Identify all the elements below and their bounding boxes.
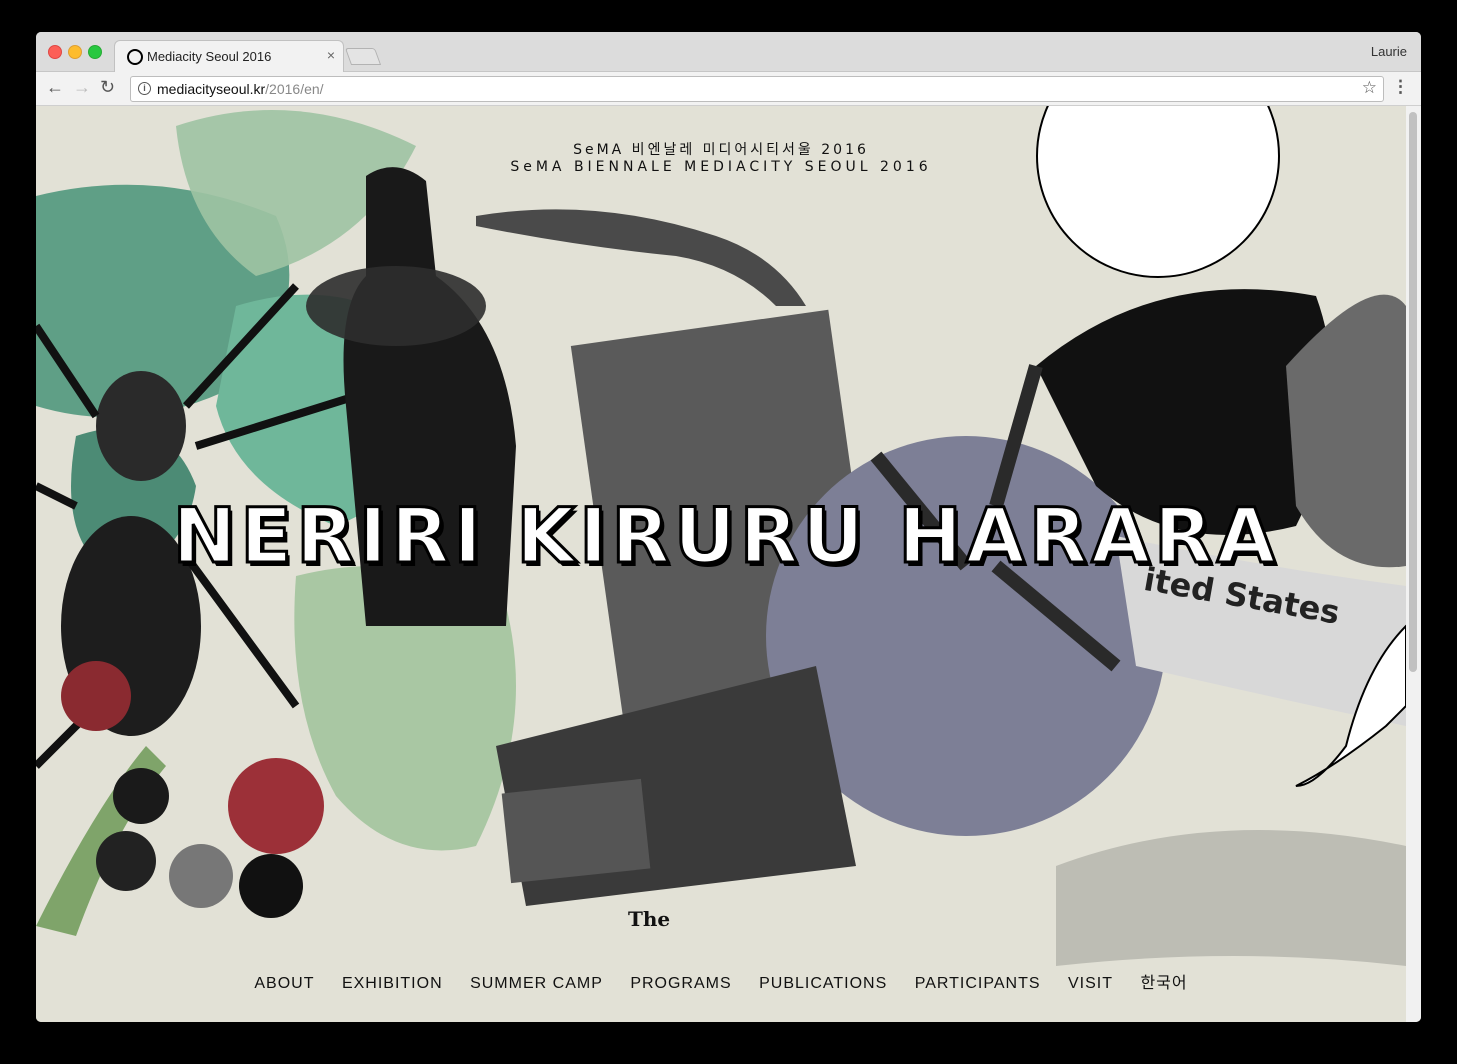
subtitle-korean: SeMA 비엔날레 미디어시티서울 2016: [573, 142, 869, 158]
sphere-shape: [96, 831, 156, 891]
landscape-shape: [1056, 830, 1406, 966]
tab-title: Mediacity Seoul 2016: [147, 49, 272, 64]
raspberry-shape: [228, 758, 324, 854]
nav-item-participants[interactable]: PARTICIPANTS: [915, 975, 1041, 993]
window-maximize-button[interactable]: [88, 45, 102, 59]
browser-toolbar: ← → ↻ i mediacityseoul.kr/2016/en/ ☆ ⋮: [36, 72, 1421, 106]
address-bar[interactable]: i mediacityseoul.kr/2016/en/ ☆: [130, 76, 1384, 102]
tab-close-icon[interactable]: ×: [327, 47, 335, 63]
nav-item-visit[interactable]: VISIT: [1068, 975, 1113, 993]
subtitle-english: SeMA BIENNALE MEDIACITY SEOUL 2016: [510, 159, 932, 175]
nav-item-programs[interactable]: PROGRAMS: [630, 975, 731, 993]
moon-circle: [1036, 106, 1280, 278]
web-page: ited States The SeMA 비엔날레 미디어시티서울 2016 S…: [36, 106, 1406, 1022]
favicon-icon: [127, 49, 143, 65]
sphere-shape: [239, 854, 303, 918]
nav-item-summer-camp[interactable]: SUMMER CAMP: [470, 975, 603, 993]
raspberry-shape: [61, 661, 131, 731]
profile-name[interactable]: Laurie: [1371, 44, 1407, 59]
sphere-shape: [169, 844, 233, 908]
nav-item-publications[interactable]: PUBLICATIONS: [759, 975, 887, 993]
new-tab-button[interactable]: [344, 48, 382, 65]
wing-shape: [306, 266, 486, 346]
reload-icon[interactable]: ↻: [100, 77, 115, 97]
main-nav: ABOUT EXHIBITION SUMMER CAMP PROGRAMS PU…: [36, 969, 1406, 993]
nav-item-korean[interactable]: 한국어: [1140, 969, 1187, 993]
back-arrow-icon[interactable]: ←: [46, 77, 64, 97]
collage-text-the: The: [628, 907, 670, 931]
url-host: mediacityseoul.kr: [157, 81, 266, 97]
main-title: NERIRI KIRURU HARARA: [171, 490, 1280, 582]
url-path: /2016/en/: [265, 81, 324, 97]
tab-strip: Mediacity Seoul 2016 × Laurie: [36, 32, 1421, 73]
monitor-shape: [501, 778, 651, 884]
nav-item-exhibition[interactable]: EXHIBITION: [342, 975, 443, 993]
scroll-thumb[interactable]: [1409, 112, 1417, 672]
scrollbar[interactable]: [1406, 106, 1421, 1022]
url-text[interactable]: mediacityseoul.kr/2016/en/: [157, 81, 324, 97]
browser-window: Mediacity Seoul 2016 × Laurie ← → ↻ i me…: [36, 32, 1421, 1022]
nav-item-about[interactable]: ABOUT: [254, 975, 314, 993]
window-close-button[interactable]: [48, 45, 62, 59]
spider-head: [96, 371, 186, 481]
forward-arrow-icon[interactable]: →: [73, 77, 91, 97]
browser-tab[interactable]: Mediacity Seoul 2016 ×: [114, 40, 344, 73]
info-icon[interactable]: i: [138, 82, 151, 95]
bookmark-star-icon[interactable]: ☆: [1362, 78, 1377, 98]
more-menu-icon[interactable]: ⋮: [1392, 77, 1409, 97]
window-minimize-button[interactable]: [68, 45, 82, 59]
fish-shape: [476, 209, 806, 306]
sphere-shape: [113, 768, 169, 824]
